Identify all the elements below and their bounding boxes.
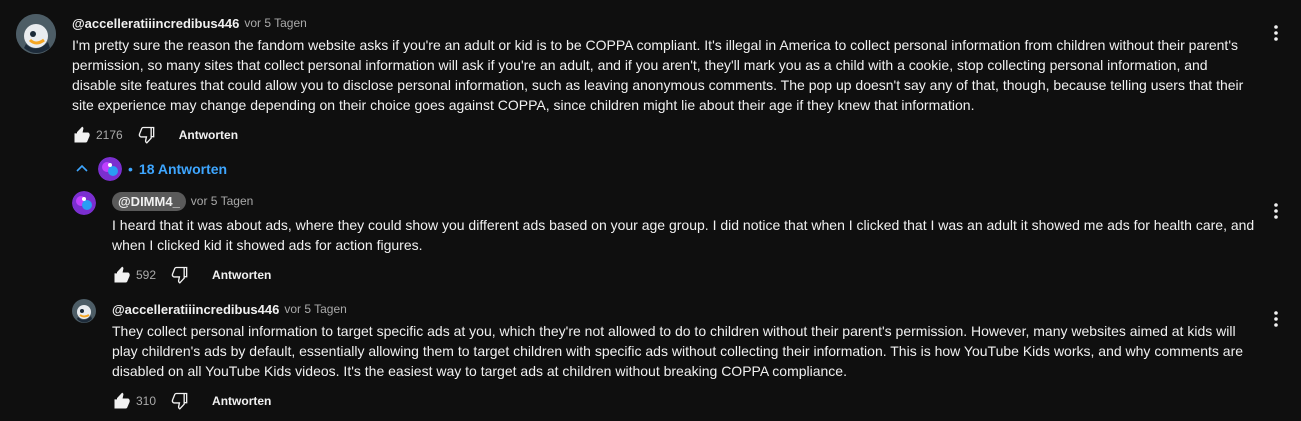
comment-actions: 592 Antworten xyxy=(112,263,271,287)
reply-button[interactable]: Antworten xyxy=(212,268,271,282)
comment-author[interactable]: @accelleratiiincredibus446 xyxy=(72,16,239,31)
comment-time[interactable]: vor 5 Tagen xyxy=(244,16,307,30)
reply-button[interactable]: Antworten xyxy=(179,128,238,142)
avatar-image xyxy=(16,14,56,54)
avatar[interactable] xyxy=(72,299,96,323)
avatar-image xyxy=(72,299,96,323)
thumbs-down-icon xyxy=(171,392,188,410)
replies-toggle-button[interactable]: • 18 Antworten xyxy=(74,156,227,182)
like-count: 310 xyxy=(136,394,157,408)
thumbs-up-icon xyxy=(114,266,130,283)
comment-header: @accelleratiiincredibus446 vor 5 Tagen xyxy=(72,14,307,32)
comment-header: @accelleratiiincredibus446 vor 5 Tagen xyxy=(112,300,347,318)
like-button[interactable] xyxy=(72,125,92,145)
kebab-menu-icon xyxy=(1274,25,1278,41)
comment-actions: 2176 Antworten xyxy=(72,123,238,147)
reply-author-avatar xyxy=(98,157,122,181)
avatar-image xyxy=(98,157,122,181)
kebab-menu-icon xyxy=(1274,311,1278,327)
comment-time[interactable]: vor 5 Tagen xyxy=(191,194,254,208)
avatar-image xyxy=(72,191,96,215)
reply-button[interactable]: Antworten xyxy=(212,394,271,408)
more-actions-button[interactable] xyxy=(1266,199,1286,223)
thumbs-up-icon xyxy=(114,392,130,409)
comment-time[interactable]: vor 5 Tagen xyxy=(284,302,347,316)
comment-text: I heard that it was about ads, where the… xyxy=(112,217,1255,253)
thumbs-up-icon xyxy=(74,126,90,143)
comment-header: @DIMM4_ vor 5 Tagen xyxy=(112,191,253,211)
kebab-menu-icon xyxy=(1274,203,1278,219)
thumbs-down-icon xyxy=(138,126,155,144)
like-button[interactable] xyxy=(112,391,132,411)
avatar[interactable] xyxy=(72,191,96,215)
comment-text: They collect personal information to tar… xyxy=(112,323,1244,379)
dislike-button[interactable] xyxy=(170,391,190,411)
like-count: 592 xyxy=(136,268,157,282)
comment-text: I'm pretty sure the reason the fandom we… xyxy=(72,37,1244,113)
comment-author[interactable]: @accelleratiiincredibus446 xyxy=(112,302,279,317)
thumbs-down-icon xyxy=(171,266,188,284)
more-actions-button[interactable] xyxy=(1266,21,1286,45)
like-button[interactable] xyxy=(112,265,132,285)
like-count: 2176 xyxy=(96,128,123,142)
comment-actions: 310 Antworten xyxy=(112,389,271,413)
separator-dot: • xyxy=(128,161,133,177)
replies-count-label[interactable]: 18 Antworten xyxy=(139,161,227,177)
avatar[interactable] xyxy=(16,14,56,54)
dislike-button[interactable] xyxy=(170,265,190,285)
dislike-button[interactable] xyxy=(137,125,157,145)
comment-author[interactable]: @DIMM4_ xyxy=(112,191,186,211)
chevron-up-icon xyxy=(76,164,88,172)
more-actions-button[interactable] xyxy=(1266,307,1286,331)
